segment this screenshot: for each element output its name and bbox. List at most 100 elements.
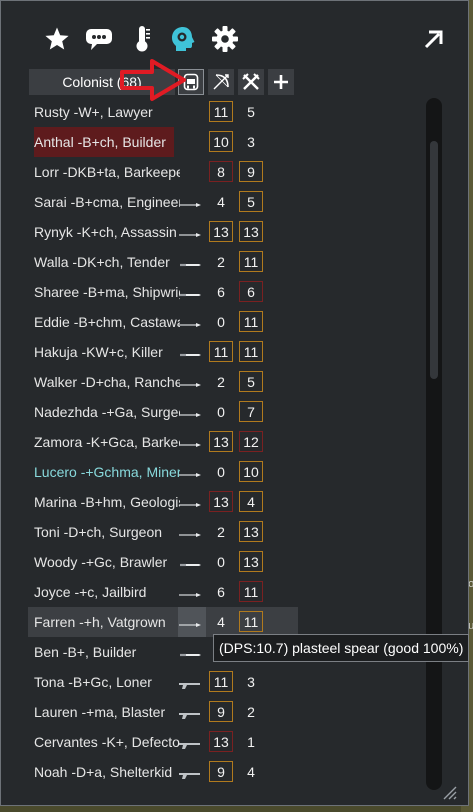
- ranged-score-cell[interactable]: 0: [209, 401, 233, 422]
- colonist-row[interactable]: Marina -B+hm, Geologist 13 4: [28, 487, 298, 517]
- colonist-row[interactable]: Walla -DK+ch, Tender 2 11: [28, 247, 298, 277]
- melee-score-cell[interactable]: 4: [239, 761, 263, 782]
- melee-score-cell[interactable]: 11: [239, 251, 263, 272]
- knife-weapon-icon[interactable]: [178, 557, 202, 567]
- ranged-score-cell[interactable]: 13: [209, 431, 233, 452]
- melee-score-cell[interactable]: 13: [239, 521, 263, 542]
- colonist-row[interactable]: Walker -D+cha, Rancher 2 5: [28, 367, 298, 397]
- ranged-score-cell[interactable]: 11: [209, 101, 233, 122]
- melee-score-cell[interactable]: 13: [239, 551, 263, 572]
- colonist-row[interactable]: Lauren -+ma, Blaster 9 2: [28, 697, 298, 727]
- melee-score-cell[interactable]: 2: [239, 701, 263, 722]
- colonist-name[interactable]: Lauren -+ma, Blaster: [34, 697, 180, 727]
- ranged-score-cell[interactable]: 13: [209, 221, 233, 242]
- spear-weapon-icon[interactable]: [178, 467, 202, 477]
- ranged-score-cell[interactable]: 2: [209, 371, 233, 392]
- colonist-row[interactable]: Nadezhda -+Ga, Surgeon 0 7: [28, 397, 298, 427]
- ranged-score-cell[interactable]: 8: [209, 161, 233, 182]
- colonist-row[interactable]: Lorr -DKB+ta, Barkeeper 8 9: [28, 157, 298, 187]
- crossed-swords-icon[interactable]: [238, 69, 264, 95]
- gun-weapon-icon[interactable]: [178, 707, 202, 719]
- colonist-name[interactable]: Lorr -DKB+ta, Barkeeper: [34, 157, 180, 187]
- ranged-score-cell[interactable]: 0: [209, 461, 233, 482]
- colonist-row[interactable]: Sarai -B+cma, Engineer 4 5: [28, 187, 298, 217]
- melee-score-cell[interactable]: 3: [239, 671, 263, 692]
- melee-score-cell[interactable]: 6: [239, 281, 263, 302]
- colonist-name[interactable]: Hakuja -KW+c, Killer: [34, 337, 180, 367]
- speech-bubble-icon[interactable]: [85, 25, 113, 53]
- ranged-score-cell[interactable]: 13: [209, 731, 233, 752]
- colonist-name[interactable]: Marina -B+hm, Geologist: [34, 487, 180, 517]
- colonist-row[interactable]: Toni -D+ch, Surgeon 2 13: [28, 517, 298, 547]
- spear-weapon-icon[interactable]: [178, 317, 202, 327]
- head-gear-icon[interactable]: [169, 25, 197, 53]
- plus-icon[interactable]: [268, 69, 294, 95]
- gun-weapon-icon[interactable]: [178, 677, 202, 689]
- expand-arrow-icon[interactable]: [418, 25, 446, 53]
- ranged-score-cell[interactable]: 2: [209, 251, 233, 272]
- colonist-row[interactable]: Eddie -B+chm, Castaway 0 11: [28, 307, 298, 337]
- melee-score-cell[interactable]: 9: [239, 161, 263, 182]
- spear-weapon-icon[interactable]: [178, 527, 202, 537]
- colonist-name[interactable]: Toni -D+ch, Surgeon: [34, 517, 180, 547]
- colonist-row[interactable]: Noah -D+a, Shelterkid 9 4: [28, 757, 298, 787]
- melee-score-cell[interactable]: 11: [239, 581, 263, 602]
- melee-score-cell[interactable]: 11: [239, 611, 263, 632]
- melee-score-cell[interactable]: 5: [239, 371, 263, 392]
- spear-weapon-icon[interactable]: [178, 197, 202, 207]
- knife-weapon-icon[interactable]: [178, 647, 202, 657]
- melee-score-cell[interactable]: 7: [239, 401, 263, 422]
- melee-score-cell[interactable]: 5: [239, 191, 263, 212]
- colonist-row[interactable]: Tona -B+Gc, Loner 11 3: [28, 667, 298, 697]
- melee-score-cell[interactable]: 11: [239, 311, 263, 332]
- ranged-score-cell[interactable]: 0: [209, 311, 233, 332]
- knife-weapon-icon[interactable]: [178, 257, 202, 267]
- colonist-name[interactable]: Rynyk -K+ch, Assassin: [34, 217, 180, 247]
- gear-icon[interactable]: [211, 25, 239, 53]
- ranged-score-cell[interactable]: 10: [209, 131, 233, 152]
- colonist-row[interactable]: Woody -+Gc, Brawler 0 13: [28, 547, 298, 577]
- spear-weapon-icon[interactable]: [178, 227, 202, 237]
- scrollbar-thumb[interactable]: [430, 141, 438, 379]
- colonist-name[interactable]: Farren -+h, Vatgrown: [34, 607, 180, 637]
- ranged-score-cell[interactable]: 11: [209, 671, 233, 692]
- colonist-name[interactable]: Tona -B+Gc, Loner: [34, 667, 180, 697]
- colonist-row[interactable]: Hakuja -KW+c, Killer 11 11: [28, 337, 298, 367]
- ranged-score-cell[interactable]: 6: [209, 281, 233, 302]
- ranged-score-cell[interactable]: 13: [209, 491, 233, 512]
- colonist-row[interactable]: Sharee -B+ma, Shipwright 66: [28, 277, 298, 307]
- spear-weapon-icon[interactable]: [178, 497, 202, 507]
- colonist-name[interactable]: Sharee -B+ma, Shipwright: [34, 277, 180, 307]
- ranged-score-cell[interactable]: 0: [209, 551, 233, 572]
- melee-score-cell[interactable]: 5: [239, 101, 263, 122]
- resize-grip-icon[interactable]: [441, 784, 457, 800]
- ranged-score-cell[interactable]: 2: [209, 521, 233, 542]
- colonist-row[interactable]: Rusty -W+, Lawyer 11 5: [28, 97, 298, 127]
- spear-weapon-icon[interactable]: [178, 587, 202, 597]
- gun-weapon-icon[interactable]: [178, 737, 202, 749]
- colonist-name[interactable]: Walla -DK+ch, Tender: [34, 247, 180, 277]
- colonist-row[interactable]: Lucero -+Gchma, Miner 0 10: [28, 457, 298, 487]
- colonist-row[interactable]: Anthal -B+ch, Builder 10 3: [28, 127, 298, 157]
- ranged-score-cell[interactable]: 6: [209, 581, 233, 602]
- ranged-score-cell[interactable]: 4: [209, 191, 233, 212]
- thermometer-icon[interactable]: [128, 25, 156, 53]
- ranged-score-cell[interactable]: 9: [209, 701, 233, 722]
- colonist-name[interactable]: Lucero -+Gchma, Miner: [34, 457, 180, 487]
- melee-score-cell[interactable]: 12: [239, 431, 263, 452]
- colonist-name[interactable]: Cervantes -K+, Defector: [34, 727, 180, 757]
- colonist-row[interactable]: Joyce -+c, Jailbird 6 11: [28, 577, 298, 607]
- colonist-name[interactable]: Ben -B+, Builder: [34, 637, 180, 667]
- melee-score-cell[interactable]: 1: [239, 731, 263, 752]
- spear-weapon-icon[interactable]: [178, 437, 202, 447]
- spear-weapon-icon[interactable]: [178, 617, 202, 627]
- bow-icon[interactable]: [208, 69, 234, 95]
- colonist-name[interactable]: Nadezhda -+Ga, Surgeon: [34, 397, 180, 427]
- colonist-row[interactable]: Rynyk -K+ch, Assassin 13 13: [28, 217, 298, 247]
- colonist-row[interactable]: Cervantes -K+, Defector 13 1: [28, 727, 298, 757]
- spear-weapon-icon[interactable]: [178, 377, 202, 387]
- melee-score-cell[interactable]: 4: [239, 491, 263, 512]
- melee-score-cell[interactable]: 3: [239, 131, 263, 152]
- knife-weapon-icon[interactable]: [178, 287, 202, 297]
- colonist-name[interactable]: Zamora -K+Gca, Barkeeper: [34, 427, 180, 457]
